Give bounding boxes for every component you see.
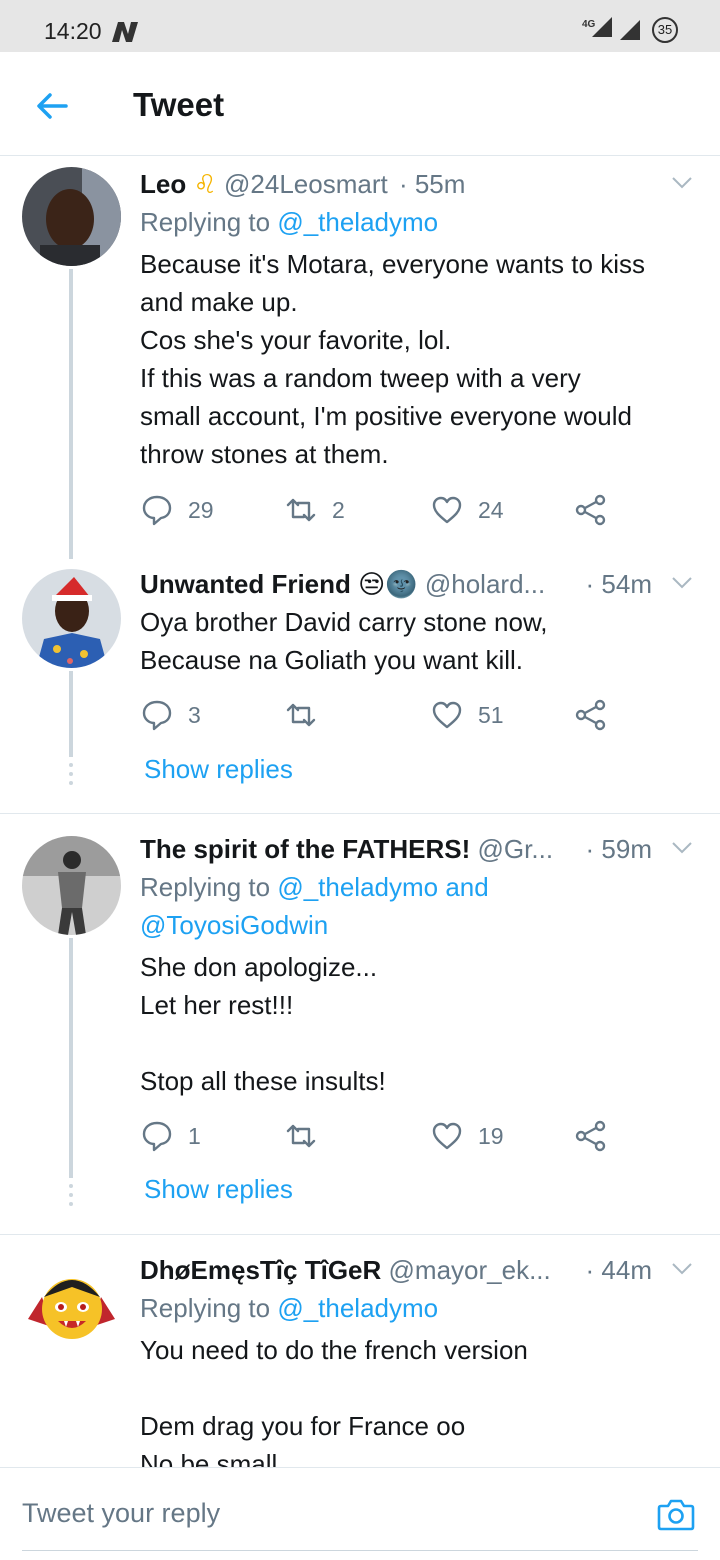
tweet-time: · 44m (585, 1255, 652, 1285)
author-name[interactable]: DhøEmęsTîç TîGeR (140, 1255, 381, 1285)
tweet-text: You need to do the french version Dem dr… (140, 1335, 528, 1467)
like-count: 19 (478, 1122, 504, 1149)
camera-icon[interactable] (656, 1496, 696, 1532)
network-type: 4G (582, 19, 596, 30)
thread-line (69, 269, 73, 559)
replying-to: Replying to @_theladymo (140, 203, 700, 241)
reply-button[interactable]: 29 (140, 490, 214, 530)
avatar[interactable] (22, 1257, 121, 1356)
tweet-time: · 54m (585, 569, 652, 599)
share-button[interactable] (574, 490, 608, 530)
tweet[interactable]: Unwanted Friend 😒🌚 @holard... · 54m Oya … (0, 557, 720, 814)
comment-icon (142, 495, 172, 526)
share-icon (575, 699, 606, 731)
chevron-down-icon[interactable] (670, 1259, 694, 1279)
emoji-unamused-newmoon-icon: 😒🌚 (358, 569, 418, 599)
heart-icon (432, 496, 462, 524)
avatar[interactable] (22, 569, 121, 668)
retweet-icon (286, 498, 316, 522)
replying-to-link[interactable]: @_theladymo (277, 1293, 438, 1323)
reply-composer (0, 1467, 720, 1560)
comment-icon (142, 1121, 172, 1152)
tweet-actions: 29 2 24 (140, 490, 620, 530)
thread-line (69, 938, 73, 1178)
replying-prefix: Replying to (140, 872, 278, 902)
like-count: 51 (478, 701, 504, 728)
page-title: Tweet (133, 86, 225, 123)
thread-line (69, 671, 73, 757)
replying-to: Replying to @_theladymo (140, 1289, 700, 1327)
tweet[interactable]: DhøEmęsTîç TîGeR @mayor_ek... · 44m Repl… (0, 1235, 720, 1467)
heart-icon (432, 701, 462, 729)
replying-prefix: Replying to (140, 207, 278, 237)
chevron-down-icon[interactable] (670, 173, 694, 193)
tweet[interactable]: Leo ♌ @24Leosmart · 55m Replying to @_th… (0, 157, 720, 559)
like-count: 24 (478, 496, 504, 523)
show-replies-link[interactable]: Show replies (144, 1174, 293, 1205)
app-header: Tweet (0, 52, 720, 156)
reply-count: 29 (188, 496, 214, 523)
battery-icon: 35 (652, 16, 678, 43)
reply-button[interactable]: 1 (140, 1116, 201, 1156)
heart-icon (432, 1122, 462, 1150)
author-name[interactable]: Unwanted Friend (140, 569, 351, 599)
reply-button[interactable]: 3 (140, 695, 201, 735)
retweet-button[interactable]: 2 (284, 490, 345, 530)
avatar[interactable] (22, 167, 121, 266)
author-handle[interactable]: @24Leosmart (224, 169, 388, 199)
signal-icon-2 (620, 19, 640, 40)
tweet-text: She don apologize... Let her rest!!! Sto… (140, 952, 386, 1096)
chevron-down-icon[interactable] (670, 838, 694, 858)
status-bar: 14:20 4G 35 (0, 0, 720, 52)
reply-underline (22, 1550, 698, 1551)
author-handle[interactable]: @mayor_ek... (389, 1255, 551, 1285)
thread-dots (68, 1184, 74, 1211)
arrow-left-icon[interactable] (32, 86, 72, 126)
tweet-actions: 1 19 (140, 1116, 620, 1156)
author-name[interactable]: Leo (140, 169, 186, 199)
retweet-icon (286, 703, 316, 727)
author-handle[interactable]: @Gr... (478, 834, 554, 864)
share-icon (575, 1120, 606, 1152)
battery-level: 35 (657, 22, 673, 37)
comment-icon (142, 700, 172, 731)
share-button[interactable] (574, 1116, 608, 1156)
retweet-icon (286, 1124, 316, 1148)
tweet-text: Because it's Motara, everyone wants to k… (140, 249, 645, 469)
like-button[interactable]: 19 (430, 1116, 504, 1156)
reply-count: 3 (188, 701, 201, 728)
tweet-time: · 59m (585, 834, 652, 864)
replying-prefix: Replying to (140, 1293, 278, 1323)
retweet-count: 2 (332, 496, 345, 523)
reply-input[interactable] (22, 1498, 622, 1529)
avatar[interactable] (22, 836, 121, 935)
like-button[interactable]: 51 (430, 695, 504, 735)
reply-count: 1 (188, 1122, 201, 1149)
tweet-time: · 55m (398, 169, 466, 199)
status-time: 14:20 (44, 18, 102, 44)
notification-n-icon (112, 22, 138, 42)
leo-zodiac-icon: ♌ (193, 169, 217, 199)
author-handle[interactable]: @holard... (425, 569, 545, 599)
like-button[interactable]: 24 (430, 490, 504, 530)
tweet[interactable]: The spirit of the FATHERS! @Gr... · 59m … (0, 814, 720, 1235)
replying-to: Replying to @_theladymo and @ToyosiGodwi… (140, 868, 700, 944)
status-icons: 4G 35 (582, 15, 678, 44)
reply-feed: Leo ♌ @24Leosmart · 55m Replying to @_th… (0, 157, 720, 1467)
tweet-actions: 3 51 (140, 695, 620, 735)
retweet-button[interactable] (284, 695, 332, 735)
share-button[interactable] (574, 695, 608, 735)
replying-to-link[interactable]: @_theladymo (277, 207, 438, 237)
thread-dots (68, 763, 74, 790)
author-name[interactable]: The spirit of the FATHERS! (140, 834, 470, 864)
share-icon (575, 494, 606, 526)
tweet-text: Oya brother David carry stone now, Becau… (140, 607, 548, 675)
show-replies-link[interactable]: Show replies (144, 754, 293, 785)
retweet-button[interactable] (284, 1116, 332, 1156)
chevron-down-icon[interactable] (670, 573, 694, 593)
